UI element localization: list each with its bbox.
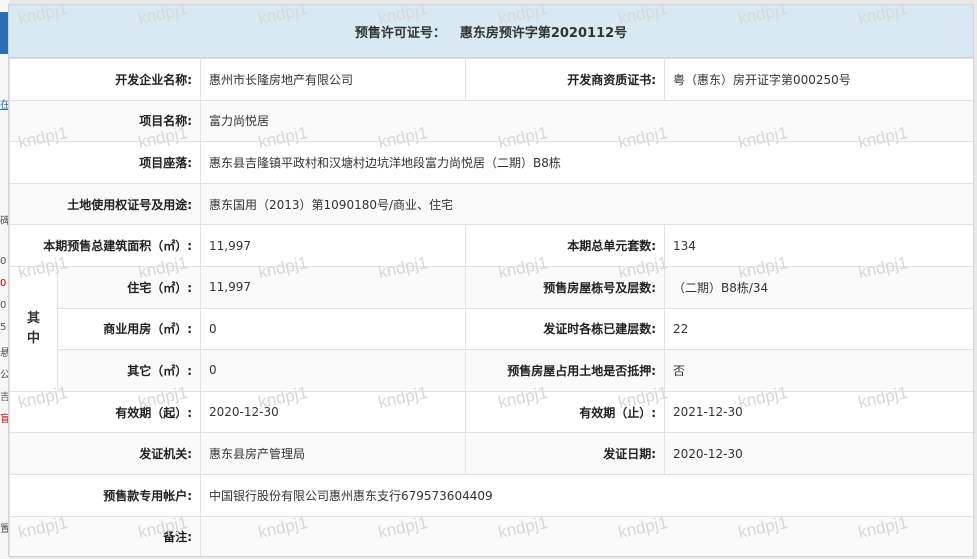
- project-name-value: 富力尚悦居: [200, 99, 973, 143]
- table-row: 其 中 住宅（㎡）: 11,997 预售房屋栋号及层数: （二期）B8栋/34: [9, 265, 973, 392]
- building-label: 预售房屋栋号及层数:: [465, 265, 665, 309]
- dialog-title: 预售许可证号： 惠东房预许字第2020112号: [9, 5, 973, 58]
- total-area-label: 本期预售总建筑面积（㎡）:: [9, 224, 201, 267]
- table-row: 其它（㎡）: 0 预售房屋占用土地是否抵押: 否: [10, 349, 973, 392]
- issue-date-label: 发证日期:: [465, 432, 665, 475]
- qualification-label: 开发商资质证书:: [465, 58, 665, 101]
- breakdown-side-label: 其 中: [9, 265, 58, 392]
- land-certificate-value: 惠东国用（2013）第1090180号/商业、住宅: [200, 182, 973, 226]
- residential-value: 11,997: [200, 265, 466, 309]
- location-value: 惠东县吉隆镇平政村和汉塘村边坑洋地段富力尚悦居（二期）B8栋: [200, 141, 973, 184]
- valid-from-label: 有效期（起）:: [9, 390, 201, 434]
- presale-permit-dialog: 预售许可证号： 惠东房预许字第2020112号 开发企业名称: 惠州市长隆房地产…: [8, 4, 974, 557]
- table-row: 土地使用权证号及用途: 惠东国用（2013）第1090180号/商业、住宅: [9, 182, 973, 226]
- permit-number-value: 惠东房预许字第2020112号: [459, 25, 628, 41]
- mortgage-value: 否: [664, 349, 973, 392]
- authority-value: 惠东县房产管理局: [200, 432, 466, 475]
- floors-built-label: 发证时各栋已建层数:: [465, 307, 665, 351]
- total-area-value: 11,997: [200, 224, 466, 267]
- commercial-value: 0: [200, 307, 466, 351]
- table-row: 项目名称: 富力尚悦居: [9, 99, 973, 143]
- total-units-value: 134: [664, 224, 973, 267]
- table-row: 预售款专用帐户: 中国银行股份有限公司惠州惠东支行679573604409: [9, 473, 973, 517]
- issue-date-value: 2020-12-30: [664, 432, 973, 475]
- project-name-label: 项目名称:: [9, 99, 201, 143]
- account-value: 中国银行股份有限公司惠州惠东支行679573604409: [200, 473, 973, 517]
- other-area-value: 0: [200, 349, 466, 392]
- mortgage-label: 预售房屋占用土地是否抵押:: [465, 349, 665, 392]
- floors-built-value: 22: [664, 307, 973, 351]
- valid-to-label: 有效期（止）:: [465, 390, 665, 434]
- table-row: 有效期（起）: 2020-12-30 有效期（止）: 2021-12-30: [9, 390, 973, 434]
- location-label: 项目座落:: [9, 141, 201, 184]
- other-area-label: 其它（㎡）:: [57, 349, 201, 392]
- remarks-value: [200, 515, 973, 556]
- table-row: 本期预售总建筑面积（㎡）: 11,997 本期总单元套数: 134: [9, 224, 973, 267]
- developer-value: 惠州市长隆房地产有限公司: [200, 58, 466, 101]
- developer-label: 开发企业名称:: [9, 58, 201, 101]
- table-row: 备注:: [9, 515, 973, 556]
- authority-label: 发证机关:: [9, 432, 201, 475]
- remarks-label: 备注:: [9, 515, 201, 556]
- table-row: 开发企业名称: 惠州市长隆房地产有限公司 开发商资质证书: 粤（惠东）房开证字第…: [9, 58, 973, 101]
- table-row: 项目座落: 惠东县吉隆镇平政村和汉塘村边坑洋地段富力尚悦居（二期）B8栋: [9, 141, 973, 184]
- qualification-value: 粤（惠东）房开证字第000250号: [664, 58, 973, 101]
- valid-from-value: 2020-12-30: [200, 390, 466, 434]
- land-certificate-label: 土地使用权证号及用途:: [9, 182, 201, 226]
- permit-details-table: 开发企业名称: 惠州市长隆房地产有限公司 开发商资质证书: 粤（惠东）房开证字第…: [9, 58, 973, 556]
- permit-number-label: 预售许可证号：: [354, 25, 446, 41]
- residential-label: 住宅（㎡）:: [57, 265, 201, 309]
- valid-to-value: 2021-12-30: [664, 390, 973, 434]
- account-label: 预售款专用帐户:: [9, 473, 201, 517]
- building-value: （二期）B8栋/34: [664, 265, 973, 309]
- table-row: 商业用房（㎡）: 0 发证时各栋已建层数: 22: [10, 307, 973, 351]
- total-units-label: 本期总单元套数:: [465, 224, 665, 267]
- table-row: 发证机关: 惠东县房产管理局 发证日期: 2020-12-30: [9, 432, 973, 475]
- breakdown-side-text: 其 中: [26, 310, 40, 346]
- commercial-label: 商业用房（㎡）:: [57, 307, 201, 351]
